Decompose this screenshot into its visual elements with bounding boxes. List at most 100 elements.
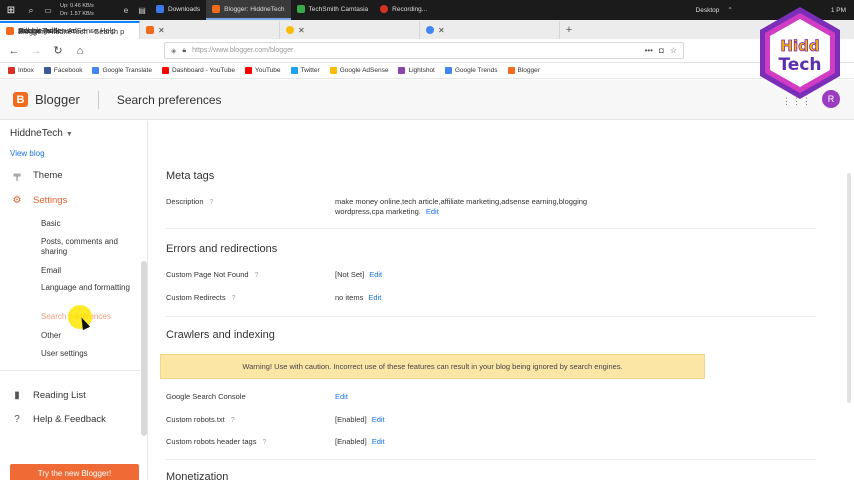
edit-robots-header-link[interactable]: Edit	[372, 437, 385, 446]
sidebar-sub-posts-comments[interactable]: Posts, comments and sharing	[41, 237, 133, 257]
taskbar-app-recording[interactable]: Recording...	[374, 0, 433, 20]
windows-taskbar: ⊞ ⌕ ▭ Up: 0.46 KB/s Dn: 1.57 KB/s e ▤ Do…	[0, 0, 854, 20]
sidebar-sub-other[interactable]: Other	[41, 331, 133, 341]
url-text[interactable]: https://www.blogger.com/blogger	[192, 47, 638, 54]
home-icon[interactable]: ⌂	[72, 45, 88, 57]
desktop-toolbar[interactable]: Desktop	[696, 7, 720, 14]
close-icon[interactable]: ✕	[438, 26, 445, 35]
bookmark-star-icon[interactable]: ☆	[670, 46, 677, 55]
more-actions-icon[interactable]: •••	[645, 46, 653, 55]
field-label: Custom Page Not Found	[166, 270, 249, 279]
blogger-icon	[146, 26, 154, 34]
view-blog-link[interactable]: View blog	[10, 149, 45, 158]
sidebar-scrollbar[interactable]	[141, 261, 147, 436]
bookmark-item[interactable]: Blogger	[507, 67, 540, 74]
sidebar-sub-basic[interactable]: Basic	[41, 219, 133, 229]
bookmark-item[interactable]: Lightshot	[398, 67, 435, 74]
tab-hiddnetech[interactable]: HiddneTech ✕	[18, 21, 280, 39]
bookmark-favicon-icon	[398, 67, 406, 74]
bookmark-favicon-icon	[444, 67, 452, 74]
pocket-icon[interactable]: ◘	[659, 46, 664, 55]
edit-redirects-link[interactable]: Edit	[368, 293, 381, 302]
caret-down-icon[interactable]: ▼	[66, 131, 73, 138]
bookmark-favicon-icon	[507, 67, 515, 74]
folder-icon	[156, 5, 164, 13]
bookmark-favicon-icon	[329, 67, 337, 74]
field-value: [Enabled]	[335, 437, 367, 446]
bookmark-label: Inbox	[18, 67, 34, 74]
field-label: Custom Redirects	[166, 293, 226, 302]
field-value: [Not Set]	[335, 270, 365, 279]
blog-name[interactable]: HiddneTech	[10, 128, 63, 139]
url-bar[interactable]: ◈ 🔒︎ https://www.blogger.com/blogger •••…	[164, 42, 684, 59]
try-new-blogger-button[interactable]: Try the new Blogger!	[10, 464, 139, 480]
sidebar-item-help[interactable]: ? Help & Feedback	[10, 414, 106, 425]
bookmark-favicon-icon	[244, 67, 252, 74]
bookmark-item[interactable]: Google Translate	[92, 67, 152, 74]
edit-not-found-link[interactable]: Edit	[369, 270, 382, 279]
windows-start-icon[interactable]: ⊞	[0, 0, 22, 20]
blogger-brand[interactable]: Blogger	[35, 92, 80, 107]
lock-icon[interactable]: 🔒︎	[182, 47, 186, 55]
sidebar-item-theme[interactable]: ╤ Theme	[10, 170, 62, 181]
custom-redirects-label: Custom Redirects?	[166, 293, 236, 302]
section-crawlers-heading: Crawlers and indexing	[166, 329, 275, 341]
edge-icon[interactable]: e	[118, 6, 134, 15]
back-arrow-icon[interactable]: ←	[6, 45, 22, 57]
gear-icon: ⚙	[12, 195, 22, 206]
search-icon[interactable]: ⌕	[22, 5, 40, 16]
bookmark-favicon-icon	[8, 67, 15, 74]
help-icon[interactable]: ?	[255, 272, 259, 279]
custom-redirects-value: no items Edit	[335, 293, 635, 303]
blogger-logo-icon[interactable]: B	[13, 92, 28, 107]
edit-robots-txt-link[interactable]: Edit	[372, 415, 385, 424]
help-icon[interactable]: ?	[262, 439, 266, 446]
edit-search-console-link[interactable]: Edit	[335, 392, 348, 401]
bookmark-item[interactable]: Facebook	[43, 67, 82, 74]
bookmark-item[interactable]: YouTube	[244, 67, 281, 74]
new-tab-plus-icon[interactable]: +	[560, 21, 578, 39]
google-search-console-label: Google Search Console	[166, 392, 246, 401]
tab-adsense[interactable]: Google AdSense ✕	[18, 21, 420, 39]
forward-arrow-icon[interactable]: →	[28, 45, 44, 57]
taskbar-app-downloads[interactable]: Downloads	[150, 0, 206, 20]
help-icon[interactable]: ?	[231, 417, 235, 424]
main-scrollbar[interactable]	[847, 173, 851, 403]
task-view-icon[interactable]: ▭	[40, 6, 56, 15]
tab-adstxt-guide[interactable]: Ads.txt guide - AdSense Help ✕	[18, 21, 560, 39]
field-value: [Enabled]	[335, 415, 367, 424]
section-meta-tags-heading: Meta tags	[166, 170, 215, 182]
sidebar-sub-user-settings[interactable]: User settings	[41, 349, 133, 359]
bookmark-icon: ▮	[14, 390, 20, 401]
section-monetization-heading: Monetization	[166, 471, 229, 480]
close-icon[interactable]: ✕	[158, 26, 165, 35]
folder-icon[interactable]: ▤	[134, 6, 150, 15]
bookmark-item[interactable]: Inbox	[8, 67, 34, 74]
bookmark-item[interactable]: Google AdSense	[329, 67, 388, 74]
custom-page-not-found-value: [Not Set] Edit	[335, 270, 635, 280]
close-icon[interactable]: ✕	[298, 26, 305, 35]
bookmark-item[interactable]: Twitter	[290, 67, 320, 74]
bookmark-item[interactable]: Dashboard - YouTube	[161, 67, 235, 74]
sidebar-item-reading-list[interactable]: ▮ Reading List	[10, 390, 86, 401]
shield-icon[interactable]: ◈	[171, 47, 176, 55]
blog-selector[interactable]: HiddneTech ▼	[10, 128, 73, 139]
taskbar-app-firefox[interactable]: Blogger: HiddneTech	[206, 0, 291, 20]
sidebar-sub-language[interactable]: Language and formatting	[41, 283, 133, 293]
sidebar-item-settings[interactable]: ⚙ Settings	[10, 195, 68, 206]
help-icon[interactable]: ?	[210, 199, 214, 206]
net-up-text: Up: 0.46 KB/s	[60, 3, 94, 9]
edit-description-link[interactable]: Edit	[426, 207, 439, 216]
chevron-up-icon[interactable]: ⌃	[727, 6, 732, 14]
bookmark-item[interactable]: Google Trends	[444, 67, 498, 74]
watermark-line1: Hidd	[780, 37, 819, 55]
adsense-icon	[286, 26, 294, 34]
reload-icon[interactable]: ↻	[50, 44, 66, 57]
sidebar-sub-email[interactable]: Email	[41, 266, 133, 276]
help-icon[interactable]: ?	[232, 295, 236, 302]
custom-robots-header-value: [Enabled] Edit	[335, 437, 635, 447]
taskbar-app-camtasia[interactable]: TechSmith Camtasia	[291, 0, 375, 20]
theme-brush-icon: ╤	[13, 170, 21, 181]
taskbar-app-label: TechSmith Camtasia	[308, 5, 369, 13]
section-divider	[166, 228, 816, 229]
